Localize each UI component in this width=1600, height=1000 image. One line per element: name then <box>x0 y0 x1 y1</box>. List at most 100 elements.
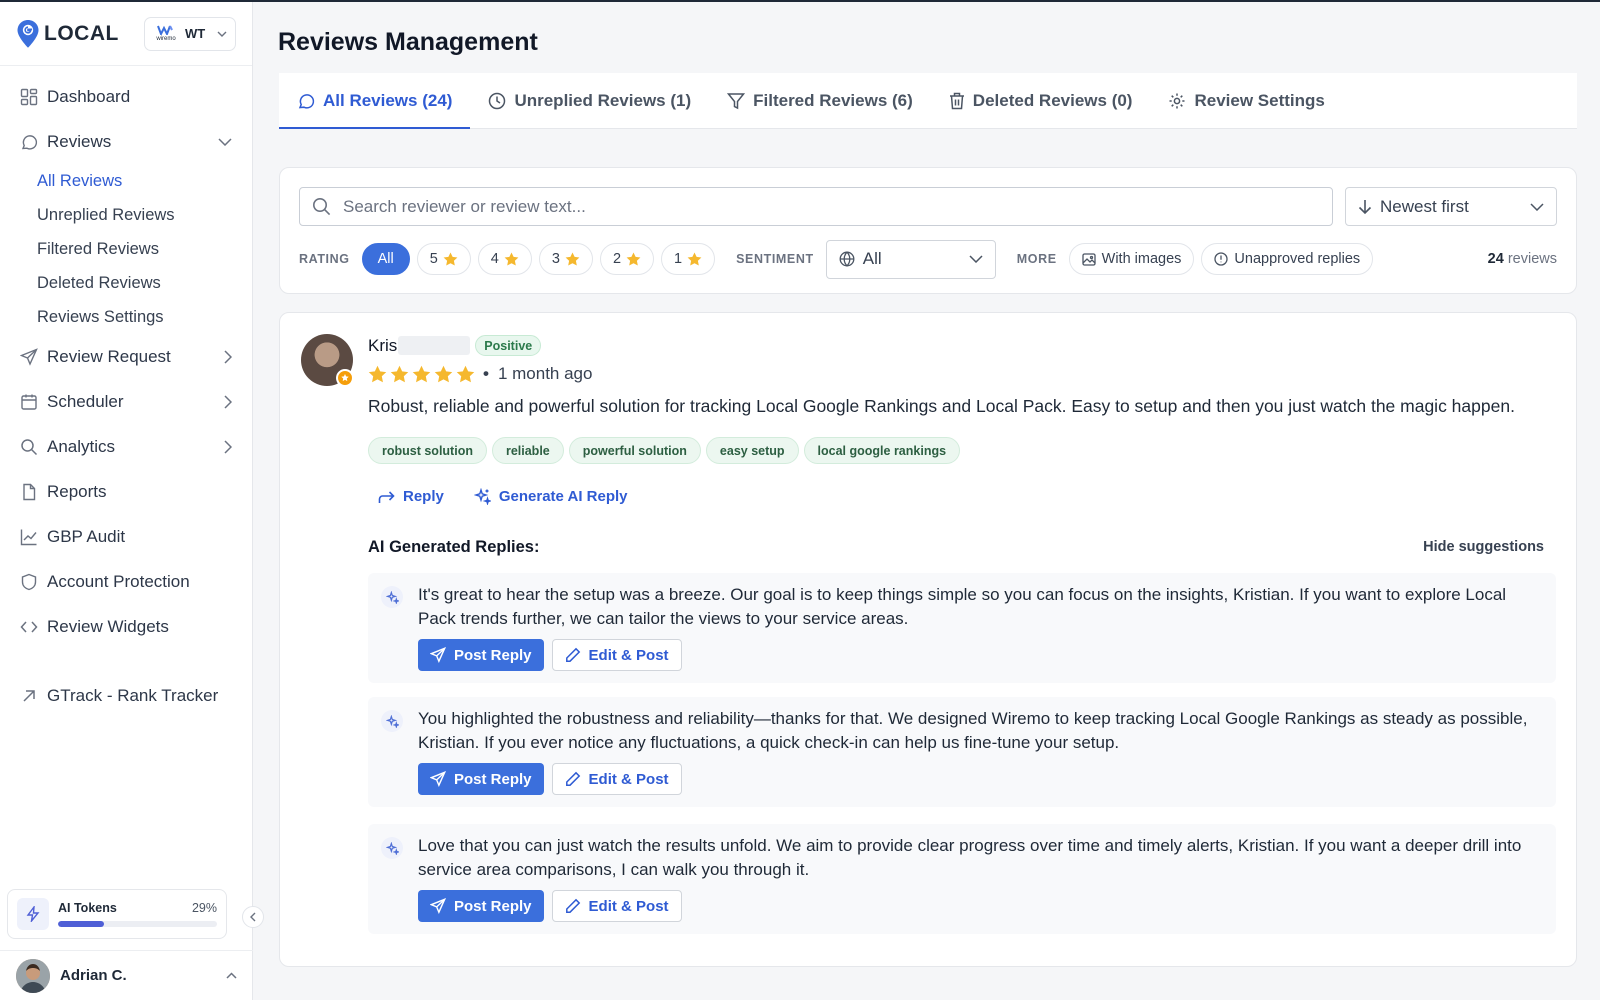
sidebar-item-account-protection[interactable]: Account Protection <box>0 559 252 604</box>
sidebar-subitem-reviews-settings[interactable]: Reviews Settings <box>0 300 252 334</box>
with-images-chip[interactable]: With images <box>1068 243 1195 275</box>
tab-label: All Reviews (24) <box>323 90 453 110</box>
review-tag[interactable]: robust solution <box>368 437 487 464</box>
unapproved-replies-chip[interactable]: Unapproved replies <box>1201 243 1374 275</box>
arrow-down-icon <box>1358 199 1372 215</box>
post-reply-button[interactable]: Post Reply <box>418 639 544 671</box>
chevron-down-icon <box>1530 202 1544 211</box>
star-icon <box>626 252 641 266</box>
sidebar-item-reviews[interactable]: Reviews <box>0 119 252 164</box>
sidebar-subitem-filtered-reviews[interactable]: Filtered Reviews <box>0 232 252 266</box>
rating-chip-all[interactable]: All <box>361 243 410 275</box>
sentiment-select[interactable]: All <box>825 239 996 279</box>
sidebar-item-gtrack[interactable]: GTrack - Rank Tracker <box>0 673 252 718</box>
reply-button[interactable]: Reply <box>378 488 444 505</box>
review-tag[interactable]: local google rankings <box>803 437 961 464</box>
edit-post-button[interactable]: Edit & Post <box>551 763 682 795</box>
star-icon <box>443 252 458 266</box>
ai-tokens-body: AI Tokens 29% <box>58 901 217 927</box>
edit-post-button[interactable]: Edit & Post <box>551 890 682 922</box>
calendar-icon <box>20 393 38 411</box>
search-field[interactable] <box>299 187 1333 226</box>
rating-chip-5[interactable]: 5 <box>416 243 471 275</box>
rating-chip-3[interactable]: 3 <box>538 243 593 275</box>
star-icon <box>565 252 580 266</box>
star-icon <box>687 252 702 266</box>
review-count: 24 reviews <box>1488 251 1557 267</box>
chip-label: 1 <box>674 251 683 267</box>
edit-post-label: Edit & Post <box>588 646 669 664</box>
review-tag[interactable]: powerful solution <box>568 437 701 464</box>
sidebar-item-scheduler[interactable]: Scheduler <box>0 379 252 424</box>
filter-icon <box>727 92 746 110</box>
chevron-up-icon <box>226 972 237 979</box>
ai-suggestion-text: You highlighted the robustness and relia… <box>418 709 1528 752</box>
tab-filtered-reviews[interactable]: Filtered Reviews (6) <box>709 73 931 128</box>
post-reply-label: Post Reply <box>454 770 532 788</box>
review-count-number: 24 <box>1487 251 1504 267</box>
sidebar-item-label: Scheduler <box>47 391 124 411</box>
gear-icon <box>1168 92 1186 110</box>
star-icon <box>368 365 387 383</box>
send-icon <box>430 898 454 914</box>
ai-suggestion: Love that you can just watch the results… <box>368 824 1556 934</box>
review-tag[interactable]: reliable <box>491 437 564 464</box>
generate-ai-reply-button[interactable]: Generate AI Reply <box>473 488 628 505</box>
review-actions: Reply Generate AI Reply <box>378 488 628 505</box>
trash-icon <box>949 92 965 110</box>
rating-chip-2[interactable]: 2 <box>599 243 655 275</box>
reply-arrow-icon <box>378 490 403 504</box>
meta-separator: • <box>483 364 489 383</box>
user-menu[interactable]: Adrian C. <box>0 950 253 1000</box>
sidebar-item-dashboard[interactable]: Dashboard <box>0 74 252 119</box>
tab-unreplied-reviews[interactable]: Unreplied Reviews (1) <box>470 73 709 128</box>
post-reply-button[interactable]: Post Reply <box>418 763 544 795</box>
workspace-abbr: WT <box>185 26 206 41</box>
reviewer-name: Kris <box>368 335 398 355</box>
ai-tokens-card[interactable]: AI Tokens 29% <box>7 889 227 939</box>
ai-suggestion: You highlighted the robustness and relia… <box>368 697 1556 807</box>
chip-label: 5 <box>429 251 438 267</box>
brand-name: LOCAL <box>44 21 119 45</box>
sidebar-subitem-deleted-reviews[interactable]: Deleted Reviews <box>0 266 252 300</box>
sort-select[interactable]: Newest first <box>1345 187 1557 226</box>
chevron-down-icon <box>969 255 983 263</box>
ai-suggestion-text: It's great to hear the setup was a breez… <box>418 585 1507 628</box>
pencil-icon <box>565 771 589 787</box>
sidebar-item-reports[interactable]: Reports <box>0 469 252 514</box>
sidebar-item-review-widgets[interactable]: Review Widgets <box>0 604 252 649</box>
review-text: Robust, reliable and powerful solution f… <box>368 396 1515 416</box>
ai-suggestion-actions: Post Reply Edit & Post <box>418 890 682 922</box>
search-input[interactable] <box>343 196 1293 217</box>
chip-label: 4 <box>490 251 499 267</box>
reviews-tabs: All Reviews (24) Unreplied Reviews (1) F… <box>279 73 1577 129</box>
sidebar-subitem-unreplied-reviews[interactable]: Unreplied Reviews <box>0 198 252 232</box>
image-icon <box>1081 252 1096 266</box>
star-icon <box>412 365 431 383</box>
rating-chip-1[interactable]: 1 <box>661 243 716 275</box>
sparkles-icon <box>381 710 403 732</box>
hide-suggestions-link[interactable]: Hide suggestions <box>1423 539 1544 555</box>
review-tag[interactable]: easy setup <box>705 437 799 464</box>
rating-chip-4[interactable]: 4 <box>477 243 532 275</box>
sentiment-label: SENTIMENT <box>736 252 814 266</box>
star-icon <box>504 252 519 266</box>
ai-tokens-header: AI Tokens 29% <box>58 901 217 915</box>
sidebar-item-analytics[interactable]: Analytics <box>0 424 252 469</box>
tab-review-settings[interactable]: Review Settings <box>1150 73 1342 128</box>
tab-all-reviews[interactable]: All Reviews (24) <box>279 73 471 129</box>
ai-tokens-progress-fill <box>58 921 105 927</box>
workspace-switcher[interactable]: wiremo WT <box>144 16 236 51</box>
tab-deleted-reviews[interactable]: Deleted Reviews (0) <box>931 73 1151 128</box>
ai-suggestion: It's great to hear the setup was a breez… <box>368 573 1556 683</box>
clock-icon <box>488 92 506 110</box>
review-count-suffix: reviews <box>1507 251 1557 267</box>
sidebar-item-gbp-audit[interactable]: GBP Audit <box>0 514 252 559</box>
ai-replies-title: AI Generated Replies: <box>368 538 540 556</box>
post-reply-button[interactable]: Post Reply <box>418 890 544 922</box>
sidebar-subitem-all-reviews[interactable]: All Reviews <box>0 164 252 198</box>
review-tags: robust solution reliable powerful soluti… <box>368 437 961 464</box>
edit-post-button[interactable]: Edit & Post <box>551 639 682 671</box>
sidebar-item-review-request[interactable]: Review Request <box>0 334 252 379</box>
